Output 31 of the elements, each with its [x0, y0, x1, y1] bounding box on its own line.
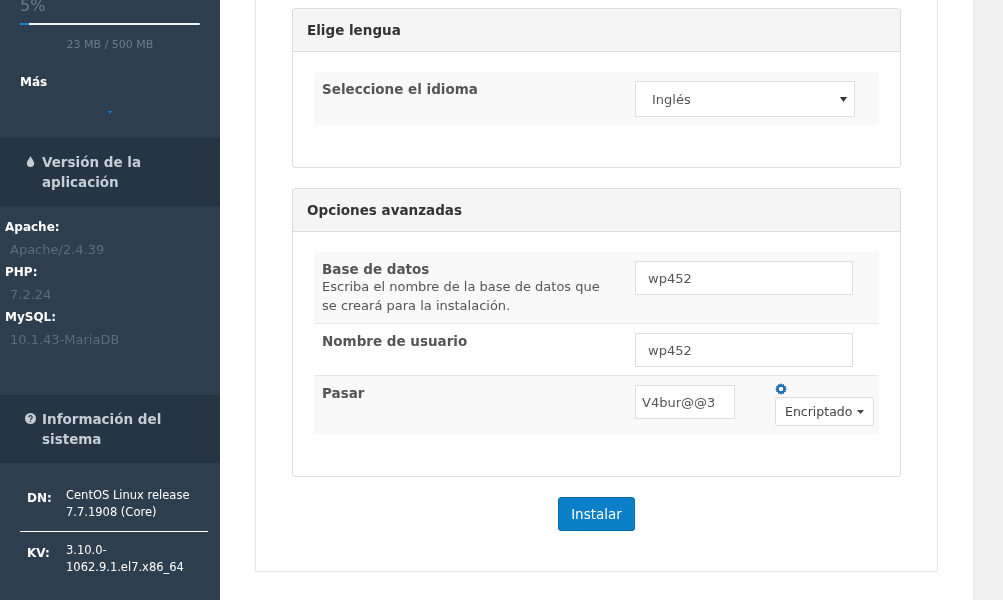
- system-value: CentOS Linux release 7.7.1908 (Core): [66, 487, 191, 521]
- field-label: Base de datos: [322, 261, 431, 277]
- field-label: Pasar: [322, 385, 366, 401]
- encryption-dropdown[interactable]: Encriptado: [775, 397, 875, 426]
- panel-title: Elige lengua: [293, 9, 900, 52]
- section-title: Información del sistema: [42, 410, 163, 449]
- version-label: PHP:: [5, 265, 39, 279]
- password-input[interactable]: V4bur@@3: [635, 385, 735, 419]
- caret-icon[interactable]: [105, 111, 115, 114]
- text-input[interactable]: wp452: [635, 261, 853, 295]
- more-label: Más: [19, 75, 49, 90]
- gear-icon[interactable]: [775, 383, 787, 395]
- caret-icon: [857, 409, 865, 414]
- field-label: Nombre de usuario: [322, 333, 469, 349]
- field-label: Seleccione el idioma: [322, 81, 479, 97]
- drop-icon: [25, 156, 36, 167]
- system-value: 3.10.0-1062.9.1.el7.x86_64: [66, 542, 185, 576]
- field-help: Escriba el nombre de la base de datos que se creará para la instalación.: [322, 278, 601, 315]
- section-title: Versión de la aplicación: [42, 153, 143, 192]
- version-label: Apache:: [5, 220, 61, 234]
- version-label: MySQL:: [5, 310, 58, 324]
- system-label: KV:: [27, 545, 51, 562]
- system-label: DN:: [27, 490, 53, 507]
- disk-percent: 5%: [19, 0, 47, 15]
- install-button[interactable]: Instalar: [558, 497, 635, 531]
- disk-usage-text: 23 MB / 500 MB: [65, 38, 155, 52]
- help-icon: [25, 413, 36, 424]
- panel-title: Opciones avanzadas: [293, 189, 900, 232]
- caret-icon: [840, 96, 847, 102]
- text-input[interactable]: wp452: [635, 333, 853, 367]
- language-select[interactable]: Inglés: [635, 81, 855, 117]
